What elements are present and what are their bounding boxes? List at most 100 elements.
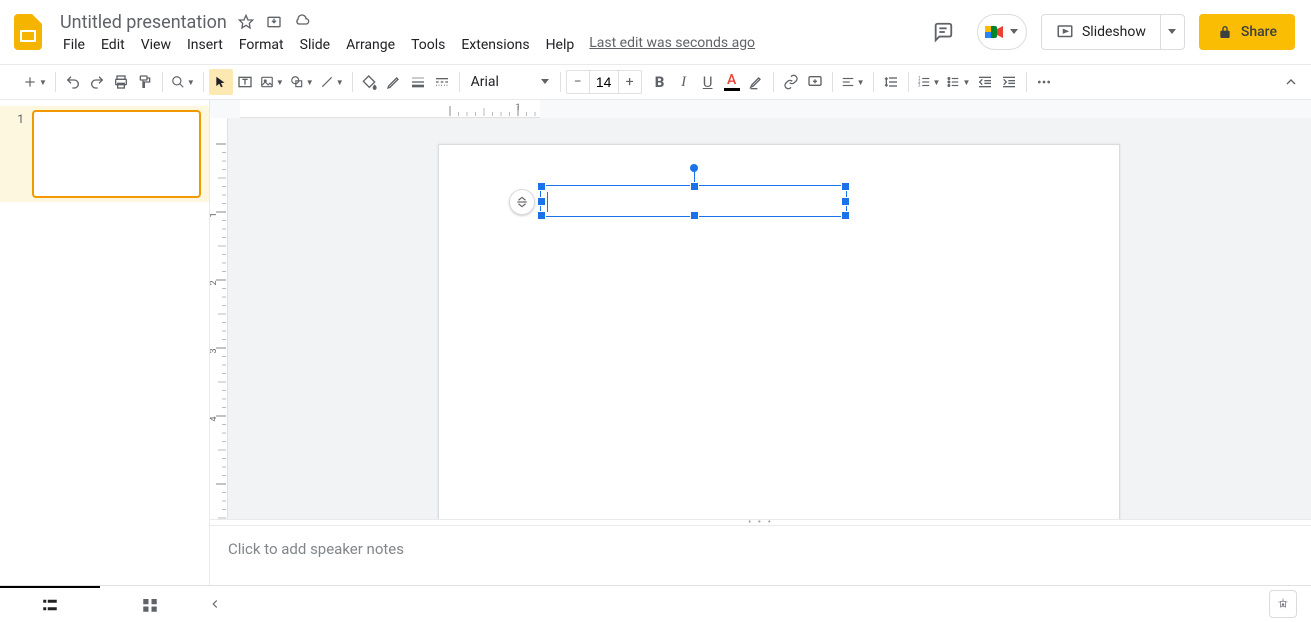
doc-title[interactable]: Untitled presentation (56, 10, 231, 35)
font-name: Arial (471, 74, 499, 90)
slides-logo-icon[interactable] (8, 12, 48, 52)
last-edit-link[interactable]: Last edit was seconds ago (589, 35, 755, 55)
line-tool-button[interactable]: ▼ (317, 69, 347, 95)
svg-text:3: 3 (918, 83, 921, 88)
slideshow-label: Slideshow (1082, 24, 1146, 40)
text-color-button[interactable]: A (720, 69, 744, 95)
bottom-bar (0, 585, 1311, 621)
drag-handle-icon[interactable] (509, 189, 535, 215)
svg-text:1: 1 (210, 212, 219, 217)
share-button[interactable]: Share (1199, 14, 1295, 50)
increase-indent-button[interactable] (997, 69, 1021, 95)
slideshow-button[interactable]: Slideshow (1042, 15, 1160, 49)
border-dash-button[interactable] (430, 69, 454, 95)
menu-insert[interactable]: Insert (180, 35, 230, 55)
bulleted-list-button[interactable]: ▼ (943, 69, 973, 95)
slideshow-dropdown[interactable] (1160, 15, 1184, 49)
chevron-down-icon (1010, 29, 1018, 35)
svg-text:2: 2 (210, 280, 219, 285)
slide-number: 1 (14, 110, 24, 198)
resize-handle[interactable] (537, 211, 546, 220)
lock-icon (1217, 24, 1233, 40)
resize-handle[interactable] (537, 197, 546, 206)
align-button[interactable]: ▼ (838, 69, 868, 95)
svg-text:3: 3 (210, 348, 219, 353)
textbox-tool-button[interactable] (233, 69, 257, 95)
share-label: Share (1241, 24, 1277, 40)
image-tool-button[interactable]: ▼ (257, 69, 287, 95)
zoom-button[interactable]: ▼ (168, 69, 198, 95)
border-weight-button[interactable] (406, 69, 430, 95)
svg-text:1: 1 (515, 103, 520, 113)
meet-icon (982, 20, 1006, 44)
text-cursor (547, 192, 548, 212)
menu-help[interactable]: Help (539, 35, 582, 55)
more-tools-button[interactable] (1032, 69, 1056, 95)
undo-button[interactable] (61, 69, 85, 95)
speaker-notes[interactable]: Click to add speaker notes (210, 525, 1311, 585)
star-icon[interactable] (237, 13, 255, 31)
italic-button[interactable]: I (672, 69, 696, 95)
explore-button[interactable] (1269, 590, 1297, 618)
slide-preview (32, 110, 201, 198)
menu-tools[interactable]: Tools (404, 35, 452, 55)
font-select[interactable]: Arial (465, 69, 555, 95)
line-spacing-button[interactable] (879, 69, 903, 95)
select-tool-button[interactable] (209, 69, 233, 95)
bold-button[interactable]: B (648, 69, 672, 95)
font-size-decrease[interactable]: − (567, 74, 589, 90)
resize-handle[interactable] (841, 182, 850, 191)
move-icon[interactable] (265, 13, 283, 31)
resize-handle[interactable] (537, 182, 546, 191)
title-area: Untitled presentation File Edit View Ins… (56, 10, 755, 55)
menu-arrange[interactable]: Arrange (339, 35, 402, 55)
hide-filmstrip-button[interactable] (200, 597, 230, 611)
font-size-input[interactable] (589, 71, 619, 93)
resize-handle[interactable] (690, 211, 699, 220)
shape-tool-button[interactable]: ▼ (287, 69, 317, 95)
slide-thumbnail-1[interactable]: 1 (0, 106, 209, 202)
resize-handle[interactable] (690, 182, 699, 191)
menu-bar: File Edit View Insert Format Slide Arran… (56, 35, 755, 55)
underline-button[interactable]: U (696, 69, 720, 95)
vertical-ruler[interactable]: 1 2 3 4 (210, 118, 228, 519)
numbered-list-button[interactable]: 123▼ (914, 69, 944, 95)
grid-view-button[interactable] (100, 586, 200, 622)
redo-button[interactable] (85, 69, 109, 95)
horizontal-ruler[interactable]: 12345678 (240, 100, 540, 118)
comments-icon[interactable] (923, 12, 963, 52)
menu-view[interactable]: View (134, 35, 178, 55)
highlight-button[interactable] (744, 69, 768, 95)
hide-menus-button[interactable] (1283, 74, 1299, 90)
menu-extensions[interactable]: Extensions (454, 35, 536, 55)
meet-button[interactable] (977, 14, 1027, 50)
chevron-down-icon (541, 79, 549, 85)
print-button[interactable] (109, 69, 133, 95)
font-size-group: − + (566, 70, 642, 94)
resize-handle[interactable] (841, 211, 850, 220)
svg-text:4: 4 (210, 416, 219, 421)
filmstrip[interactable]: 1 (0, 100, 210, 585)
fill-color-button[interactable] (358, 69, 382, 95)
filmstrip-view-button[interactable] (0, 586, 100, 622)
slide-canvas[interactable] (228, 118, 1311, 519)
new-slide-button[interactable]: ▼ (20, 69, 50, 95)
menu-format[interactable]: Format (232, 35, 291, 55)
border-color-button[interactable] (382, 69, 406, 95)
slide[interactable] (438, 144, 1120, 519)
font-size-increase[interactable]: + (619, 74, 641, 90)
menu-file[interactable]: File (56, 35, 92, 55)
menu-slide[interactable]: Slide (293, 35, 337, 55)
selected-textbox[interactable] (540, 185, 847, 217)
resize-handle[interactable] (841, 197, 850, 206)
decrease-indent-button[interactable] (973, 69, 997, 95)
header: Untitled presentation File Edit View Ins… (0, 0, 1311, 64)
link-button[interactable] (779, 69, 803, 95)
rotate-handle[interactable] (690, 164, 698, 172)
menu-edit[interactable]: Edit (94, 35, 132, 55)
paint-format-button[interactable] (133, 69, 157, 95)
body-area: 1 12345678 1 2 3 4 (0, 100, 1311, 585)
add-comment-button[interactable] (803, 69, 827, 95)
cloud-status-icon[interactable] (293, 13, 311, 31)
toolbar: ▼ ▼ ▼ ▼ ▼ Arial − + B I U A ▼ 123▼ ▼ (0, 64, 1311, 100)
